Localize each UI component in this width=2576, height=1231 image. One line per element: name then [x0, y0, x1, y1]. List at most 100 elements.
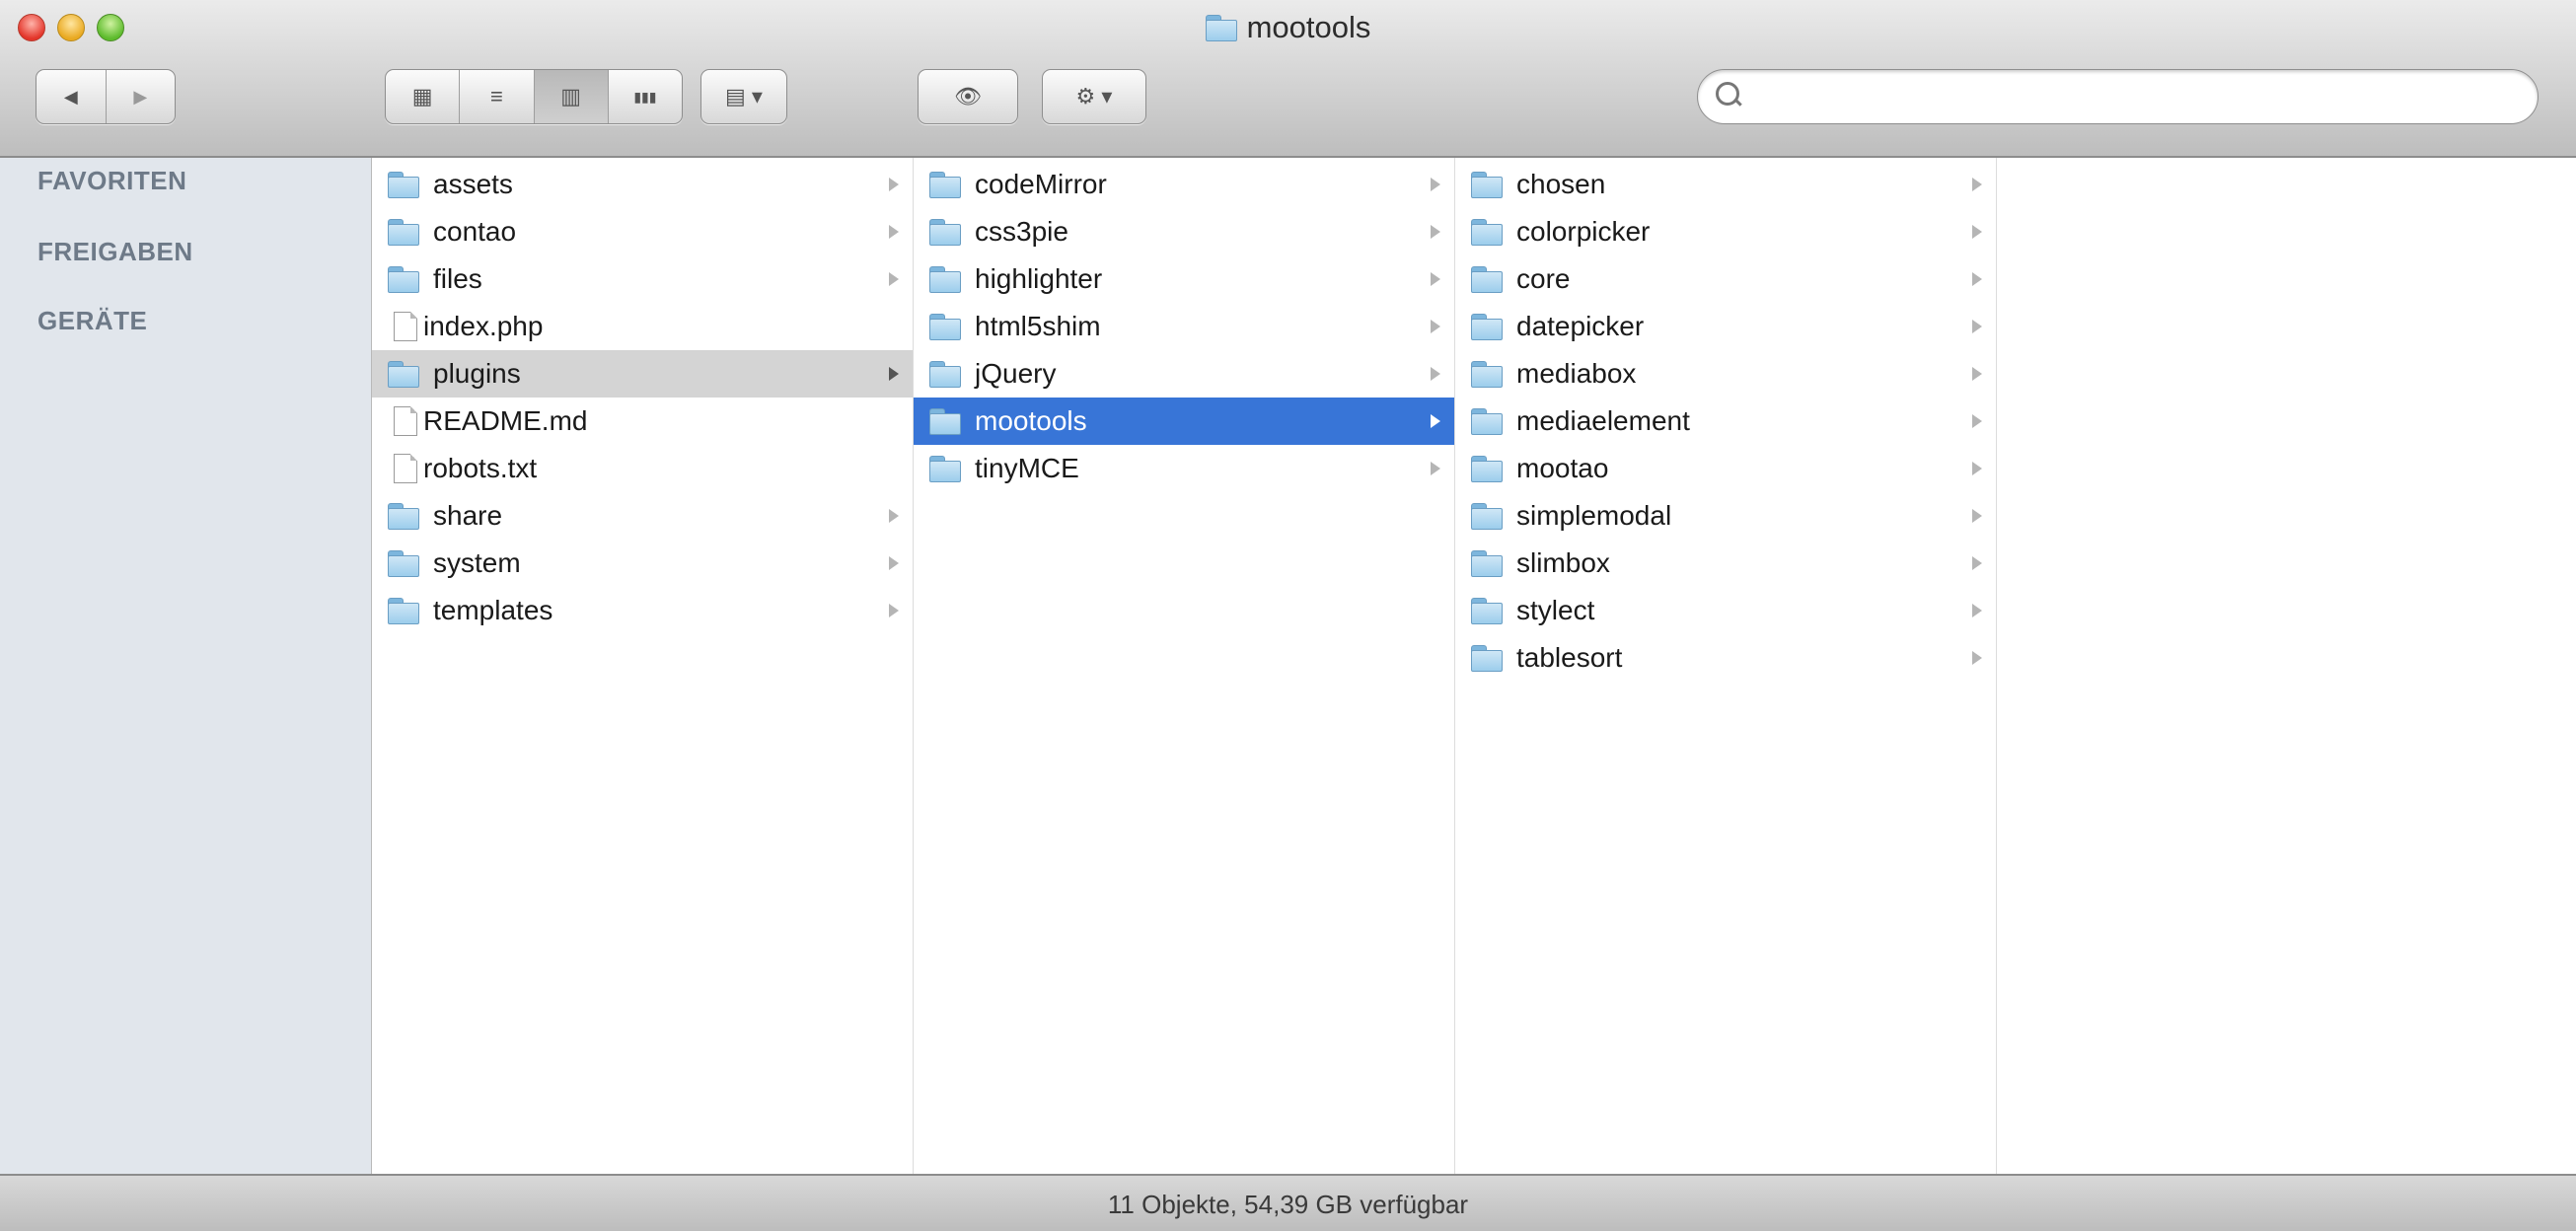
folder-row[interactable]: mediabox — [1455, 350, 1996, 398]
disclosure-arrow-icon — [1972, 414, 1982, 428]
disclosure-arrow-icon — [1431, 320, 1440, 333]
file-row[interactable]: README.md — [372, 398, 913, 445]
column-2[interactable]: codeMirror css3pie highlighter html5shim jQu… — [914, 158, 1455, 1174]
folder-row[interactable]: templates — [372, 587, 913, 634]
item-name: chosen — [1516, 169, 1606, 199]
folder-row[interactable]: assets — [372, 161, 913, 208]
folder-icon — [1471, 314, 1503, 340]
search-icon — [1716, 82, 1739, 106]
item-name: slimbox — [1516, 547, 1610, 578]
sidebar-section-devices[interactable]: GERÄTE — [37, 306, 147, 336]
item-name: mediabox — [1516, 358, 1637, 389]
folder-row[interactable]: simplemodal — [1455, 492, 1996, 540]
back-arrow-icon: ◀ — [63, 86, 78, 107]
document-icon — [394, 454, 417, 483]
disclosure-arrow-icon — [889, 272, 899, 286]
folder-row[interactable]: files — [372, 255, 913, 303]
column-4[interactable] — [1997, 158, 2576, 1174]
column-view-button[interactable]: ▥ — [534, 70, 609, 123]
quicklook-button[interactable]: 👁 — [918, 69, 1018, 124]
icon-view-icon: ▦ — [411, 84, 433, 109]
action-menu-button[interactable]: ⚙ ▾ — [1042, 69, 1146, 124]
folder-row[interactable]: system — [372, 540, 913, 587]
disclosure-arrow-icon — [1972, 604, 1982, 617]
folder-row[interactable]: highlighter — [914, 255, 1454, 303]
file-row[interactable]: robots.txt — [372, 445, 913, 492]
folder-row[interactable]: colorpicker — [1455, 208, 1996, 255]
folder-icon — [388, 361, 419, 388]
column-3[interactable]: chosen colorpicker core datepicker mediabox m… — [1455, 158, 1997, 1174]
item-name: mootao — [1516, 453, 1609, 483]
item-name: mootools — [975, 405, 1087, 436]
forward-button[interactable]: ▶ — [107, 70, 176, 123]
folder-icon — [388, 172, 419, 198]
column-view-icon: ▥ — [560, 84, 582, 109]
folder-row[interactable]: codeMirror — [914, 161, 1454, 208]
folder-icon — [1471, 598, 1503, 624]
disclosure-arrow-icon — [1431, 462, 1440, 475]
disclosure-arrow-icon — [1972, 272, 1982, 286]
column-browser: assets contao files index.php plugins README.… — [372, 158, 2576, 1174]
list-view-button[interactable]: ≡ — [460, 70, 535, 123]
disclosure-arrow-icon — [889, 225, 899, 239]
back-button[interactable]: ◀ — [37, 70, 107, 123]
folder-row[interactable]: html5shim — [914, 303, 1454, 350]
item-name: index.php — [423, 311, 544, 341]
folder-row[interactable]: plugins — [372, 350, 913, 398]
item-name: plugins — [433, 358, 521, 389]
disclosure-arrow-icon — [889, 509, 899, 523]
disclosure-arrow-icon — [1972, 509, 1982, 523]
folder-row[interactable]: mediaelement — [1455, 398, 1996, 445]
folder-icon — [1471, 456, 1503, 482]
folder-row[interactable]: css3pie — [914, 208, 1454, 255]
folder-row[interactable]: slimbox — [1455, 540, 1996, 587]
disclosure-arrow-icon — [1431, 367, 1440, 381]
folder-row[interactable]: stylect — [1455, 587, 1996, 634]
item-name: templates — [433, 595, 553, 625]
folder-icon — [1471, 503, 1503, 530]
sidebar: FAVORITEN FREIGABEN GERÄTE — [0, 158, 372, 1174]
folder-row[interactable]: chosen — [1455, 161, 1996, 208]
folder-row[interactable]: tinyMCE — [914, 445, 1454, 492]
item-name: simplemodal — [1516, 500, 1672, 531]
column-1[interactable]: assets contao files index.php plugins README.… — [372, 158, 914, 1174]
folder-icon — [388, 598, 419, 624]
item-name: core — [1516, 263, 1571, 294]
disclosure-arrow-icon — [889, 178, 899, 191]
disclosure-arrow-icon — [1431, 414, 1440, 428]
sidebar-section-favorites[interactable]: FAVORITEN — [37, 166, 186, 196]
folder-row[interactable]: core — [1455, 255, 1996, 303]
title-bar: mootools ◀ ▶ ▦ ≡ ▥ ▮▮▮ ▤ ▾ 👁 ⚙ ▾ — [0, 0, 2576, 158]
folder-row[interactable]: datepicker — [1455, 303, 1996, 350]
folder-icon — [929, 314, 961, 340]
folder-icon — [1471, 645, 1503, 672]
item-name: colorpicker — [1516, 216, 1651, 247]
folder-row[interactable]: mootao — [1455, 445, 1996, 492]
view-mode-control: ▦ ≡ ▥ ▮▮▮ — [385, 69, 683, 124]
item-name: stylect — [1516, 595, 1595, 625]
folder-icon — [929, 456, 961, 482]
search-input[interactable] — [1752, 76, 2506, 117]
coverflow-view-button[interactable]: ▮▮▮ — [609, 70, 682, 123]
folder-row[interactable]: mootools — [914, 398, 1454, 445]
list-view-icon: ≡ — [489, 84, 503, 109]
folder-icon — [1471, 266, 1503, 293]
folder-row[interactable]: tablesort — [1455, 634, 1996, 682]
item-name: codeMirror — [975, 169, 1107, 199]
icon-view-button[interactable]: ▦ — [386, 70, 461, 123]
back-forward-control: ◀ ▶ — [36, 69, 176, 124]
folder-icon — [929, 266, 961, 293]
folder-icon — [1471, 361, 1503, 388]
folder-row[interactable]: share — [372, 492, 913, 540]
sidebar-section-shares[interactable]: FREIGABEN — [37, 237, 193, 267]
folder-icon — [1471, 172, 1503, 198]
item-name: files — [433, 263, 482, 294]
folder-icon — [929, 219, 961, 246]
window-title: mootools — [0, 8, 2576, 47]
file-row[interactable]: index.php — [372, 303, 913, 350]
arrange-button[interactable]: ▤ ▾ — [700, 69, 787, 124]
folder-row[interactable]: contao — [372, 208, 913, 255]
disclosure-arrow-icon — [1972, 178, 1982, 191]
folder-row[interactable]: jQuery — [914, 350, 1454, 398]
item-name: README.md — [423, 405, 588, 436]
